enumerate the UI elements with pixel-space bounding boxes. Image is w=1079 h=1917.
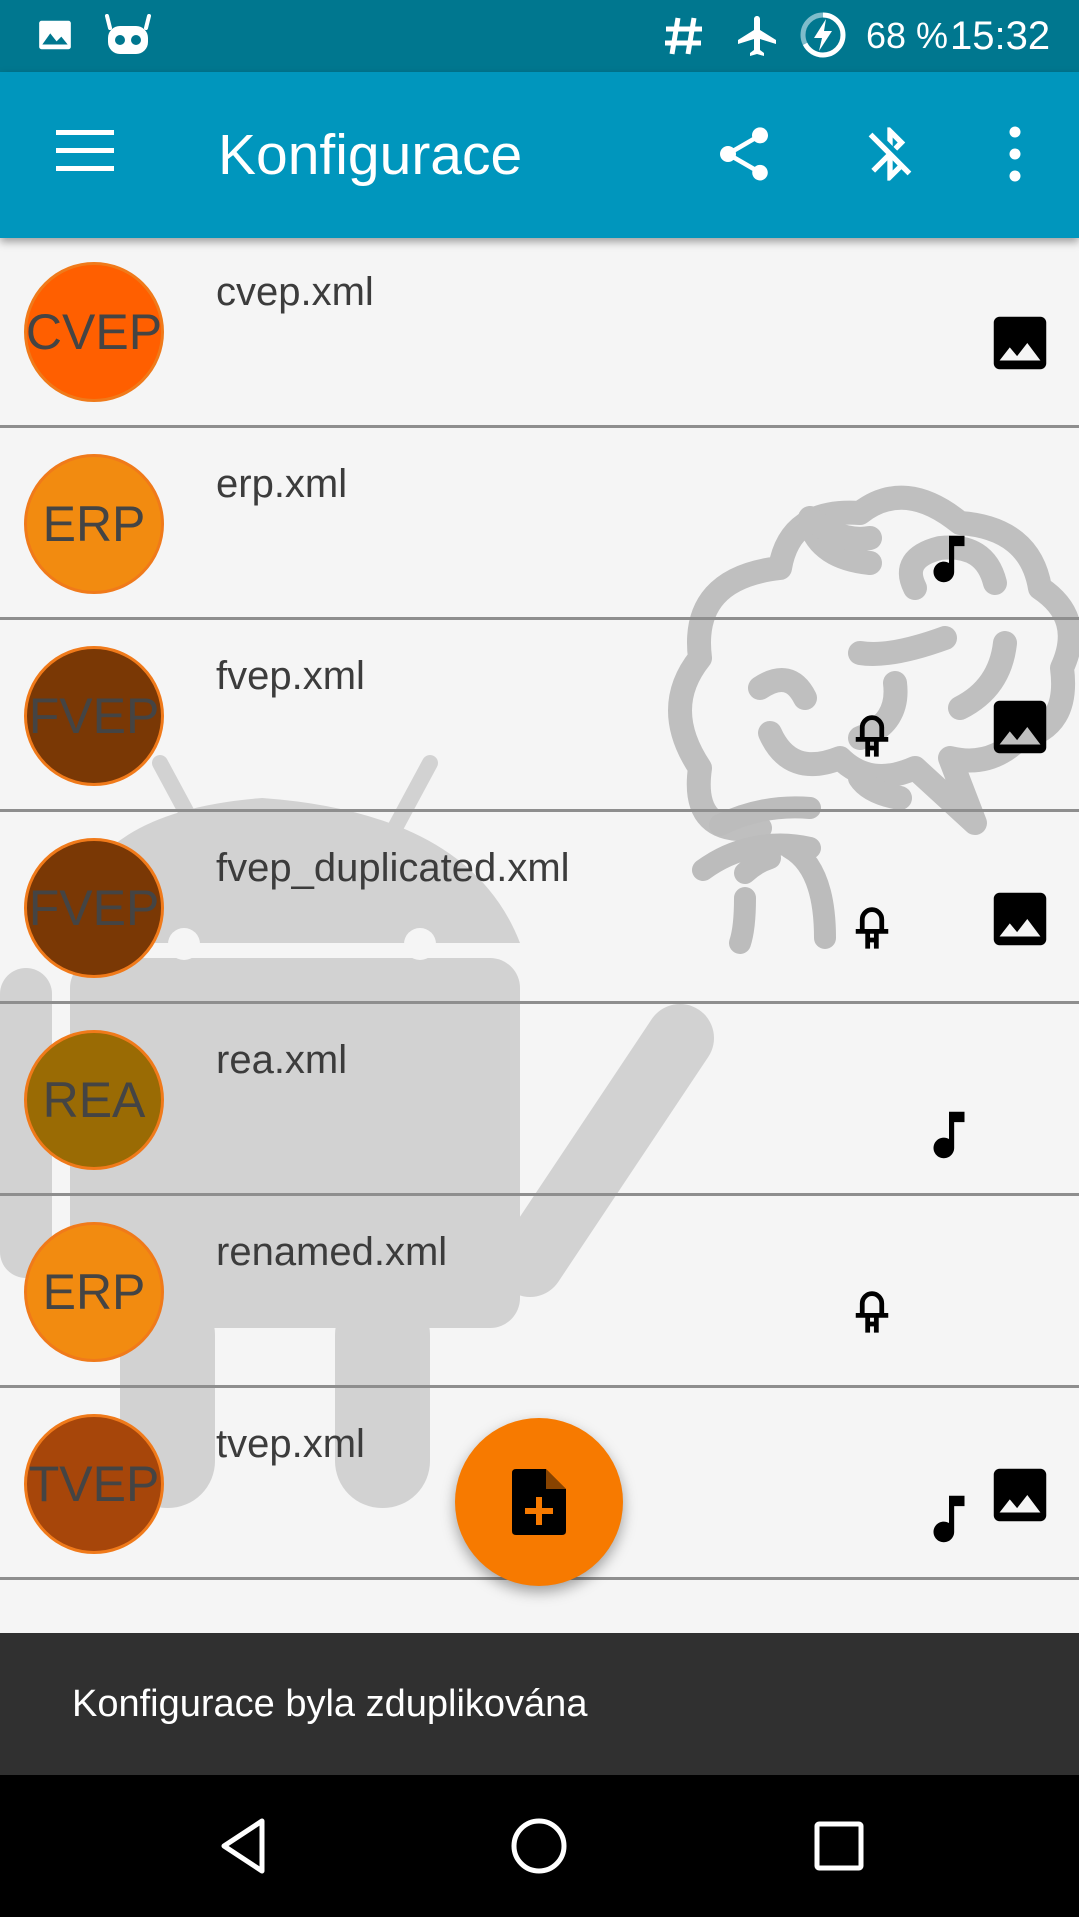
config-filename: renamed.xml xyxy=(216,1230,448,1274)
status-bar: 68 % 15:32 xyxy=(0,0,1079,72)
config-filename: rea.xml xyxy=(216,1038,348,1082)
config-type-badge: TVEP xyxy=(24,1414,164,1554)
config-type-badge: REA xyxy=(24,1030,164,1170)
config-type-badge: FVEP xyxy=(24,838,164,978)
recents-icon[interactable] xyxy=(804,1811,874,1881)
led-icon xyxy=(855,907,889,949)
image-icon xyxy=(993,700,1047,754)
config-filename: tvep.xml xyxy=(216,1422,365,1466)
list-item[interactable]: CVEP cvep.xml xyxy=(0,238,1079,428)
config-type-badge: FVEP xyxy=(24,646,164,786)
navigation-bar xyxy=(0,1775,1079,1917)
list-item[interactable]: FVEP fvep_duplicated.xml xyxy=(0,814,1079,1004)
config-type-badge: ERP xyxy=(24,454,164,594)
airplane-mode-icon xyxy=(738,16,776,56)
add-configuration-button[interactable] xyxy=(455,1418,623,1586)
home-icon[interactable] xyxy=(504,1811,574,1881)
bluetooth-disabled-icon[interactable] xyxy=(858,122,922,186)
music-note-icon xyxy=(933,1111,965,1159)
list-item[interactable]: ERP renamed.xml xyxy=(0,1198,1079,1388)
image-icon xyxy=(993,1468,1047,1522)
config-filename: fvep_duplicated.xml xyxy=(216,846,570,890)
add-file-icon xyxy=(512,1469,566,1535)
menu-icon[interactable] xyxy=(56,130,114,172)
list-item[interactable]: REA rea.xml xyxy=(0,1006,1079,1196)
back-icon[interactable] xyxy=(210,1811,280,1881)
cyanogen-notification-icon xyxy=(105,14,151,54)
config-type-badge: ERP xyxy=(24,1222,164,1362)
config-filename: fvep.xml xyxy=(216,654,365,698)
hash-icon xyxy=(665,17,702,55)
config-filename: erp.xml xyxy=(216,462,348,506)
led-icon xyxy=(855,1291,889,1333)
page-title: Konfigurace xyxy=(218,123,523,187)
share-icon[interactable] xyxy=(712,122,776,186)
app-bar: Konfigurace xyxy=(0,72,1079,238)
battery-charging-icon xyxy=(800,12,846,58)
config-filename: cvep.xml xyxy=(216,270,374,314)
snackbar: Konfigurace byla zduplikována xyxy=(0,1633,1079,1775)
battery-percentage: 68 % xyxy=(866,15,949,56)
image-icon xyxy=(993,892,1047,946)
led-icon xyxy=(855,715,889,757)
list-item[interactable]: ERP erp.xml xyxy=(0,430,1079,620)
music-note-icon xyxy=(933,535,965,583)
config-type-badge: CVEP xyxy=(24,262,164,402)
snackbar-message: Konfigurace byla zduplikována xyxy=(72,1683,588,1725)
music-note-icon xyxy=(933,1495,965,1543)
overflow-menu-icon[interactable] xyxy=(1000,122,1030,186)
list-item[interactable]: FVEP fvep.xml xyxy=(0,622,1079,812)
image-icon xyxy=(993,316,1047,370)
image-notification-icon xyxy=(39,20,71,50)
clock: 15:32 xyxy=(950,14,1051,58)
